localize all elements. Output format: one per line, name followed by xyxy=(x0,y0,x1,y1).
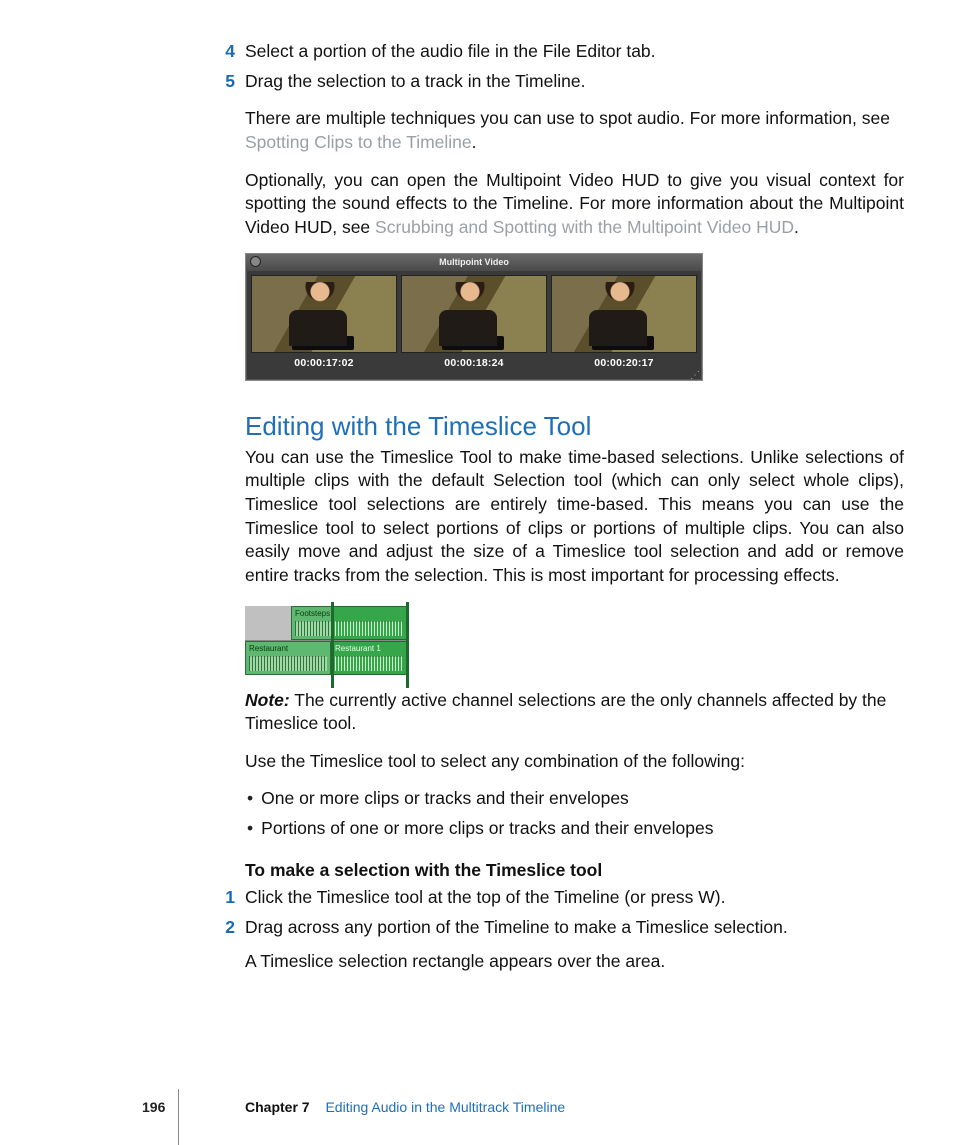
step-2: 2 Drag across any portion of the Timelin… xyxy=(245,916,904,940)
timecode: 00:00:17:02 xyxy=(294,356,353,370)
figure-multipoint-video-hud: Multipoint Video 00:00:17:02 00:00:18:24… xyxy=(245,253,703,380)
timecode: 00:00:18:24 xyxy=(444,356,503,370)
text: . xyxy=(472,132,477,152)
clip-label: Restaurant 1 xyxy=(335,644,381,653)
clip-restaurant-left: Restaurant xyxy=(245,641,331,675)
video-frame xyxy=(551,275,697,353)
note-paragraph: Note: The currently active channel selec… xyxy=(245,689,904,736)
section-heading: Editing with the Timeslice Tool xyxy=(245,409,904,444)
thumbnail-3: 00:00:20:17 xyxy=(552,275,696,370)
footer-rule xyxy=(178,1089,179,1145)
paragraph: There are multiple techniques you can us… xyxy=(245,107,904,154)
figure-timeslice-selection: Footsteps Hard Concre Restaurant Restau xyxy=(245,606,904,675)
hud-titlebar: Multipoint Video xyxy=(246,254,702,270)
bullet-item: Portions of one or more clips or tracks … xyxy=(245,817,904,841)
text: . xyxy=(794,217,799,237)
video-frame xyxy=(251,275,397,353)
steps-list-a: 4 Select a portion of the audio file in … xyxy=(245,40,904,93)
step-number: 2 xyxy=(221,916,235,940)
chapter-title: Editing Audio in the Multitrack Timeline xyxy=(325,1099,565,1115)
resize-grip-icon[interactable]: ⋰ xyxy=(246,372,702,380)
track-2: Restaurant Restaurant 1 xyxy=(245,641,407,675)
note-label: Note: xyxy=(245,690,290,710)
timeline-mini: Footsteps Hard Concre Restaurant Restau xyxy=(245,606,408,675)
step-5: 5 Drag the selection to a track in the T… xyxy=(245,70,904,94)
result-paragraph: A Timeslice selection rectangle appears … xyxy=(245,950,904,974)
chapter-ref: Chapter 7 Editing Audio in the Multitrac… xyxy=(245,1098,565,1117)
page-number: 196 xyxy=(142,1098,165,1117)
step-number: 1 xyxy=(221,886,235,910)
thumbnail-row: 00:00:17:02 00:00:18:24 00:00:20:17 xyxy=(246,271,702,372)
steps-list-b: 1 Click the Timeslice tool at the top of… xyxy=(245,886,904,939)
link-scrubbing-hud[interactable]: Scrubbing and Spotting with the Multipoi… xyxy=(375,217,794,237)
clip-label: Restaurant xyxy=(249,644,288,653)
bullet-item: One or more clips or tracks and their en… xyxy=(245,787,904,811)
step-number: 4 xyxy=(221,40,235,64)
chapter-label: Chapter 7 xyxy=(245,1099,310,1115)
bullet-text: One or more clips or tracks and their en… xyxy=(261,787,629,811)
text: There are multiple techniques you can us… xyxy=(245,108,890,128)
step-1: 1 Click the Timeslice tool at the top of… xyxy=(245,886,904,910)
clip-restaurant-right: Restaurant 1 xyxy=(331,641,407,675)
note-text: The currently active channel selections … xyxy=(245,690,886,734)
clip-footsteps-selected xyxy=(331,606,407,640)
timecode: 00:00:20:17 xyxy=(594,356,653,370)
thumbnail-2: 00:00:18:24 xyxy=(402,275,546,370)
paragraph: Use the Timeslice tool to select any com… xyxy=(245,750,904,774)
thumbnail-1: 00:00:17:02 xyxy=(252,275,396,370)
step-text: Drag across any portion of the Timeline … xyxy=(245,916,788,940)
video-frame xyxy=(401,275,547,353)
page-content: 4 Select a portion of the audio file in … xyxy=(245,0,904,973)
section-paragraph: You can use the Timeslice Tool to make t… xyxy=(245,446,904,588)
step-text: Click the Timeslice tool at the top of t… xyxy=(245,886,725,910)
step-text: Drag the selection to a track in the Tim… xyxy=(245,70,585,94)
hud-title-text: Multipoint Video xyxy=(439,257,509,267)
step-number: 5 xyxy=(221,70,235,94)
paragraph: Optionally, you can open the Multipoint … xyxy=(245,169,904,240)
bullet-list: One or more clips or tracks and their en… xyxy=(245,787,904,840)
task-subheading: To make a selection with the Timeslice t… xyxy=(245,859,904,883)
bullet-text: Portions of one or more clips or tracks … xyxy=(261,817,713,841)
link-spotting-clips[interactable]: Spotting Clips to the Timeline xyxy=(245,132,472,152)
step-4: 4 Select a portion of the audio file in … xyxy=(245,40,904,64)
track-1: Footsteps Hard Concre xyxy=(245,606,407,640)
step-text: Select a portion of the audio file in th… xyxy=(245,40,656,64)
close-icon[interactable] xyxy=(250,256,261,267)
